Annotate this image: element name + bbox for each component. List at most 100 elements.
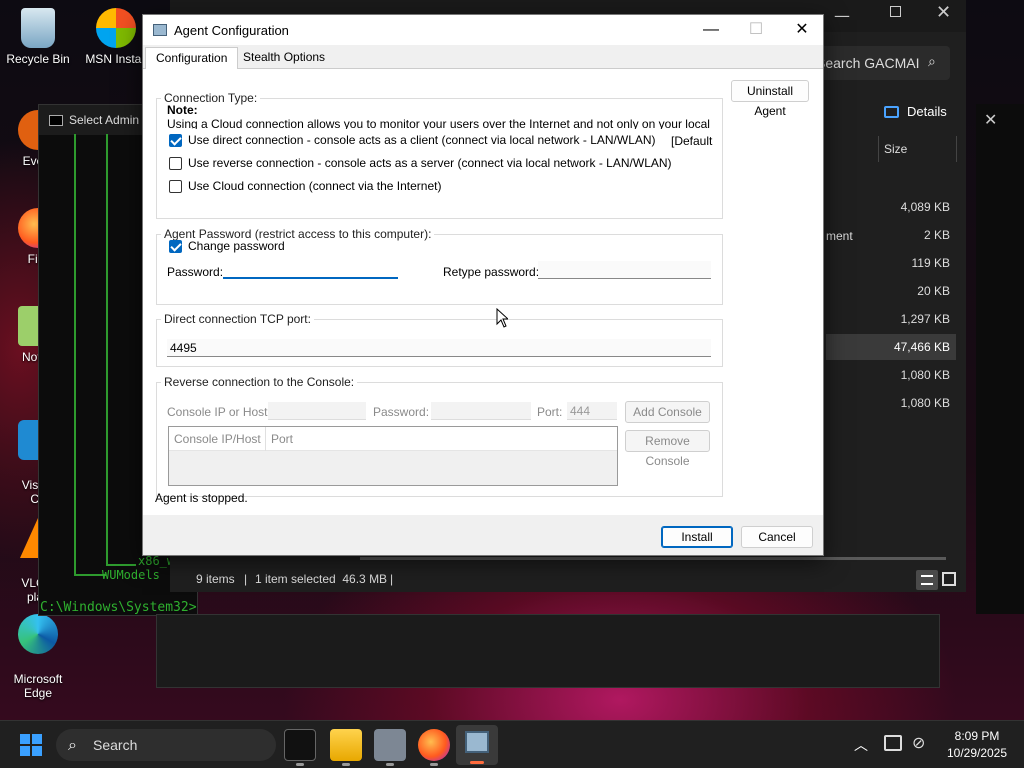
console-password-label: Password: [373, 405, 430, 419]
minimize-icon[interactable]: — [834, 6, 850, 25]
note-text-clip: Using a Cloud connection allows you to m… [167, 117, 712, 129]
tcp-port-input[interactable] [167, 339, 711, 357]
windows-logo-icon [20, 734, 42, 756]
default-label: [Default [671, 134, 713, 148]
direct-connection-label: Use direct connection - console acts as … [188, 133, 656, 147]
file-explorer-taskbar-icon[interactable] [330, 729, 362, 761]
firefox-taskbar-icon[interactable] [418, 729, 450, 761]
status-separator: | [390, 572, 394, 586]
app-icon [153, 24, 167, 36]
tiles-view-icon[interactable] [942, 572, 956, 586]
uninstall-agent-button[interactable]: Uninstall Agent [731, 80, 809, 118]
taskbar-search-label: Search [93, 737, 138, 753]
column-header-port[interactable]: Port [271, 432, 293, 446]
details-view-button[interactable] [916, 570, 938, 590]
cancel-button[interactable]: Cancel [741, 526, 813, 548]
console-host-label: Console IP or Host: [167, 405, 271, 419]
size-cell: 20 KB [917, 284, 950, 298]
size-cell: 1,080 KB [900, 368, 950, 382]
change-password-checkbox[interactable]: Change password [169, 239, 285, 253]
console-port-input[interactable] [567, 402, 617, 420]
connection-type-group: Connection Type: [156, 91, 723, 219]
terminal-taskbar-icon[interactable] [284, 729, 316, 761]
dialog-title: Agent Configuration [174, 22, 289, 38]
cmd-tree-label: WUModels [102, 568, 160, 582]
tcp-port-legend: Direct connection TCP port: [164, 312, 311, 326]
change-password-label: Change password [188, 239, 285, 253]
clock-time[interactable]: 8:09 PM [944, 729, 1010, 743]
minimize-button[interactable]: — [688, 15, 734, 45]
maximize-button[interactable]: ☐ [733, 15, 779, 45]
search-icon: ⌕ [68, 735, 77, 754]
taskbar-search[interactable]: ⌕ Search [56, 729, 276, 761]
status-item-count: 9 items [196, 572, 235, 586]
details-label: Details [907, 104, 947, 119]
direct-connection-radio[interactable]: Use direct connection - console acts as … [169, 133, 656, 147]
edge-icon [18, 614, 58, 654]
retype-password-label: Retype password: [443, 265, 540, 279]
install-button[interactable]: Install [661, 526, 733, 548]
taskbar: ⌕ Search ︿ ⊘ 8:09 PM 10/29/2025 [0, 720, 1024, 768]
agent-config-icon [465, 731, 489, 753]
size-cell: 47,466 KB [893, 340, 950, 354]
network-status-icon[interactable]: ⊘ [912, 733, 925, 752]
password-label: Password: [167, 265, 224, 279]
horizontal-scrollbar[interactable] [360, 557, 946, 560]
console-list-header: Console IP/Host Port [169, 427, 617, 451]
password-input[interactable] [223, 261, 398, 279]
close-icon[interactable]: ✕ [984, 110, 997, 129]
reverse-connection-legend: Reverse connection to the Console: [164, 375, 355, 389]
monitor-icon[interactable] [884, 735, 902, 751]
agent-configuration-dialog[interactable]: Agent Configuration — ☐ ✕ Configuration … [142, 14, 824, 556]
size-cell: 4,089 KB [900, 200, 950, 214]
msn-butterfly-icon [96, 8, 136, 48]
reverse-connection-label: Use reverse connection - console acts as… [188, 156, 672, 170]
cmd-title: Select Admin [69, 113, 140, 127]
file-type-partial: ment [826, 229, 853, 243]
remove-console-button[interactable]: Remove Console [625, 430, 710, 468]
clock-date[interactable]: 10/29/2025 [940, 746, 1014, 760]
console-host-input[interactable] [268, 402, 366, 420]
checkbox-checked [169, 239, 182, 253]
maximize-icon[interactable] [890, 6, 901, 17]
size-column-header[interactable]: Size [884, 142, 907, 156]
tab-stealth-options[interactable]: Stealth Options [233, 47, 335, 69]
close-icon[interactable]: ✕ [936, 2, 951, 23]
explorer-search-text: Search GACMAI [816, 55, 920, 71]
size-cell: 1,297 KB [900, 312, 950, 326]
tab-configuration[interactable]: Configuration [145, 47, 239, 69]
agent-taskbar-button[interactable] [456, 725, 498, 765]
status-separator: | [244, 572, 248, 586]
desktop-icon-label: Recycle Bin [6, 52, 70, 66]
cloud-connection-radio[interactable]: Use Cloud connection (connect via the In… [169, 179, 441, 193]
reverse-connection-radio[interactable]: Use reverse connection - console acts as… [169, 156, 672, 170]
checkbox-checked [169, 133, 182, 147]
cloud-connection-label: Use Cloud connection (connect via the In… [188, 179, 442, 193]
desktop-icon-label: MSN Install [85, 52, 147, 66]
start-button[interactable] [20, 734, 42, 756]
console-password-input[interactable] [431, 402, 531, 420]
mouse-cursor-icon [496, 308, 508, 328]
cmd-icon [49, 114, 63, 126]
details-pane-icon [884, 105, 899, 118]
checkbox-unchecked [169, 179, 182, 193]
note-title: Note: [167, 103, 198, 117]
note-text: Using a Cloud connection allows you to m… [167, 117, 712, 129]
network-tool-taskbar-icon[interactable] [374, 729, 406, 761]
console-list[interactable]: Console IP/Host Port [168, 426, 618, 486]
recycle-bin-icon [21, 8, 55, 48]
size-cell: 1,080 KB [900, 396, 950, 410]
list-view-icon [921, 575, 933, 585]
cmd-prompt: C:\Windows\System32> [40, 600, 197, 615]
status-selection: 1 item selected 46.3 MB [255, 572, 388, 586]
size-cell: 2 KB [923, 228, 950, 242]
size-cell: 119 KB [911, 256, 950, 270]
chevron-up-icon[interactable]: ︿ [854, 735, 868, 755]
add-console-button[interactable]: Add Console [625, 401, 710, 423]
desktop-icon-recycle-bin[interactable]: Recycle Bin [0, 8, 76, 66]
close-button[interactable]: ✕ [779, 15, 825, 45]
desktop-icon-label: Microsoft Edge [13, 672, 63, 700]
details-button[interactable]: Details [884, 104, 947, 119]
column-header-host[interactable]: Console IP/Host [174, 432, 261, 446]
retype-password-input[interactable] [538, 261, 711, 279]
